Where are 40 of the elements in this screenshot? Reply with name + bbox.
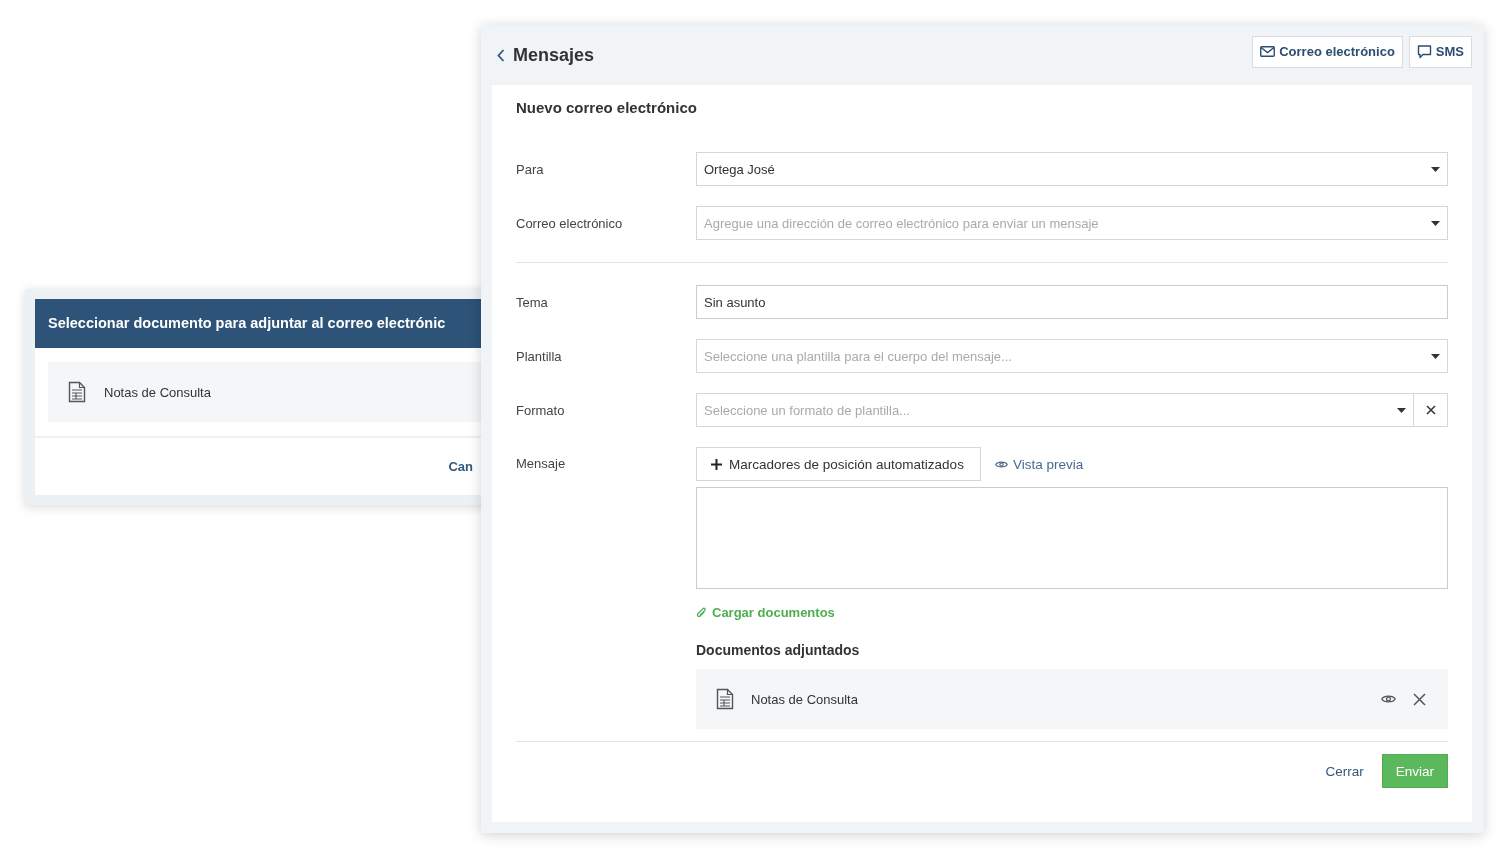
text-field[interactable]: Sin asunto [696,285,1448,319]
caret-icon [1397,408,1406,413]
field-label: Tema [516,294,549,310]
channel-button[interactable]: SMS [1408,35,1472,68]
field-label: Plantilla [516,348,563,364]
eye-icon [994,459,1008,469]
document-item[interactable]: Notas de Consulta [48,362,482,422]
caret-icon [1431,354,1440,359]
preview-link[interactable]: Vista previa [994,456,1084,472]
field-label: Mensaje [516,455,567,473]
field-label: Formato [516,402,566,418]
channel-button[interactable]: Correo electrónico [1252,35,1403,68]
clear-button[interactable] [1414,393,1448,427]
document-name: Notas de Consulta [751,691,859,707]
form-heading: Nuevo correo electrónico [516,99,698,116]
close-icon[interactable] [1413,692,1426,706]
panel-title: Mensajes [513,44,595,66]
envelope-icon [1260,46,1276,57]
back-icon[interactable] [497,48,505,62]
field-label: Para [516,161,545,177]
message-field[interactable] [696,487,1448,589]
eye-icon[interactable] [1381,694,1396,704]
field-label: Correo electrónico [516,215,624,231]
dropdown-field[interactable]: Seleccione una plantilla para el cuerpo del mensaje... [696,339,1448,373]
plus-icon [711,458,722,470]
cancel-link[interactable]: Can [448,459,473,474]
paperclip-icon [696,606,707,619]
dropdown-field[interactable]: Ortega José [696,152,1448,186]
document-name: Notas de Consulta [104,384,211,400]
document-icon [68,381,86,403]
caret-icon [1431,167,1440,172]
caret-icon [1431,221,1440,226]
dropdown-field[interactable]: Seleccione un formato de plantilla... [696,393,1414,427]
placeholders-button[interactable]: Marcadores de posición automatizados [696,447,981,481]
close-icon [1425,405,1436,415]
attachments-heading: Documentos adjuntados [696,642,861,658]
close-link[interactable]: Cerrar [1325,763,1364,779]
document-icon [716,688,734,710]
chat-icon [1416,44,1432,59]
dropdown-field[interactable]: Agregue una dirección de correo electrónico para enviar un mensaje [696,206,1448,240]
